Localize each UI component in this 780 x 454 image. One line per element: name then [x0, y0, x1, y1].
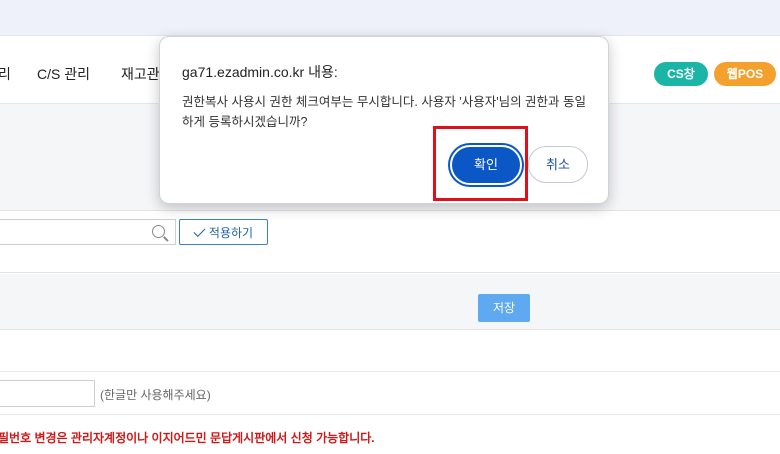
confirm-dialog: ga71.ezadmin.co.kr 내용: 권한복사 사용시 권한 체크여부는…: [159, 36, 609, 204]
korean-only-hint: (한글만 사용해주세요): [100, 388, 211, 402]
cs-window-button[interactable]: CS창: [654, 62, 708, 86]
search-input[interactable]: [0, 220, 175, 244]
row-divider: [0, 414, 780, 415]
nav-item-cs-management[interactable]: C/S 관리: [37, 64, 90, 84]
save-button[interactable]: 저장: [478, 294, 530, 322]
cancel-button[interactable]: 취소: [528, 146, 588, 183]
dialog-message: 권한복사 사용시 권한 체크여부는 무시합니다. 사용자 '사용자'님의 권한과…: [182, 95, 587, 129]
web-pos-button[interactable]: 웹POS: [714, 62, 776, 86]
ok-button-highlight: [433, 126, 528, 201]
nav-item-partial[interactable]: 리: [0, 64, 11, 84]
check-icon: [193, 224, 206, 237]
top-strip: [0, 0, 780, 36]
search-box: [0, 219, 176, 245]
apply-button[interactable]: 적용하기: [179, 219, 268, 245]
search-icon[interactable]: [152, 225, 165, 238]
apply-button-label: 적용하기: [208, 225, 254, 240]
change-notice: 필번호 변경은 관리자계정이나 이지어드민 문답게시판에서 신청 가능합니다.: [0, 431, 375, 445]
form-row-empty: [0, 331, 780, 372]
dialog-title: ga71.ezadmin.co.kr 내용:: [182, 64, 338, 80]
name-input[interactable]: [0, 380, 95, 407]
filter-row: 적용하기: [0, 211, 780, 273]
nav-item-inventory[interactable]: 재고관: [121, 64, 160, 84]
action-bar: 저장: [0, 274, 780, 330]
